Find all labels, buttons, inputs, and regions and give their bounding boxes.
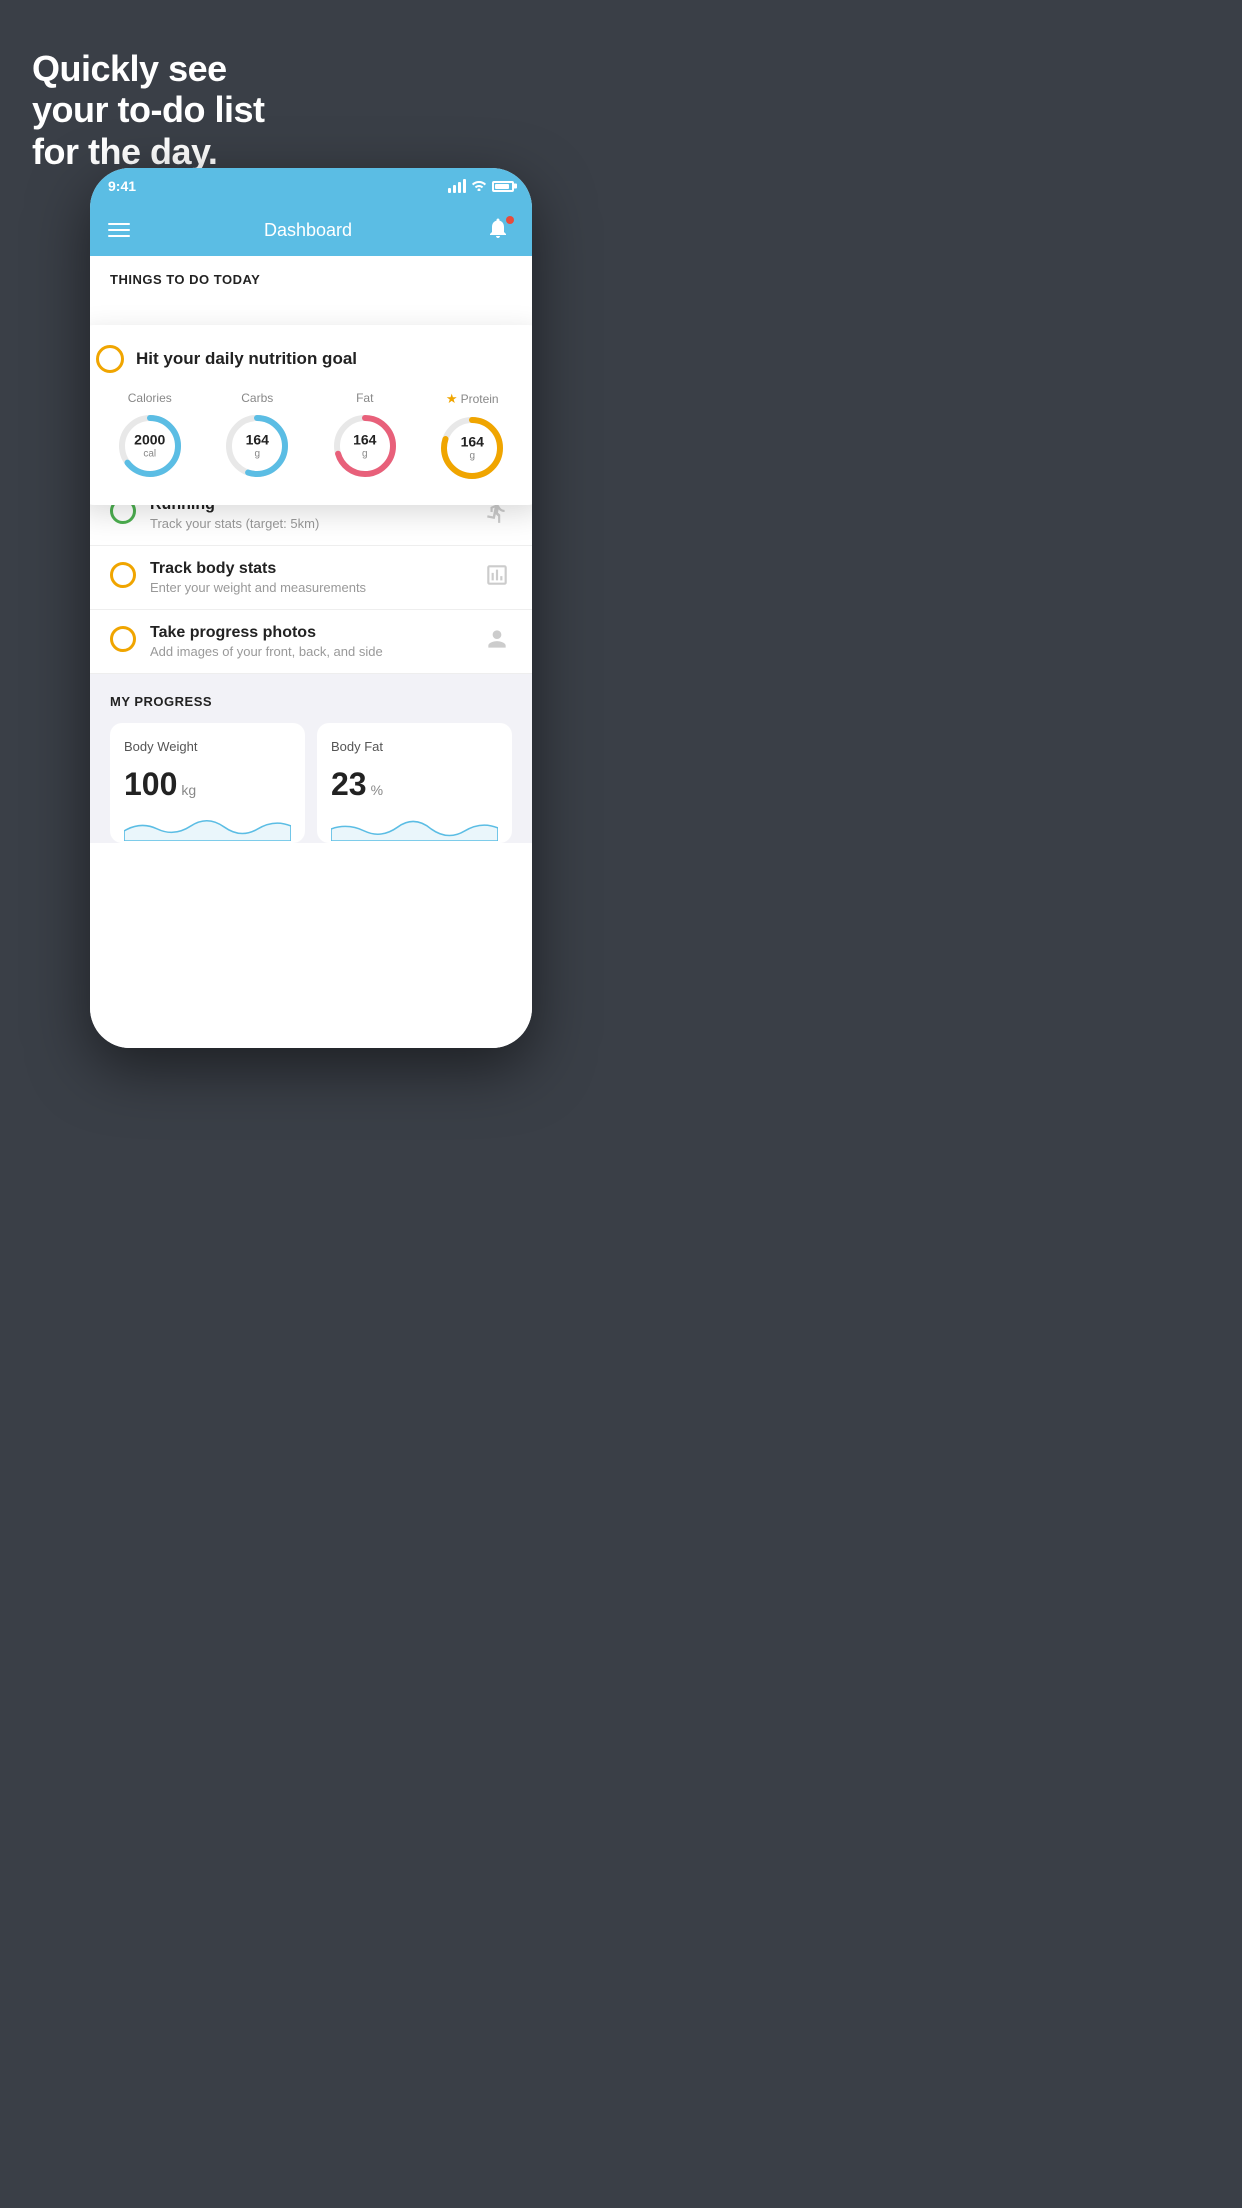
fat-value: 164 [353,432,376,449]
body-weight-wave [124,811,291,841]
carbs-ring: 164 g [222,411,292,481]
nutrition-row: Calories 2000 cal [96,391,526,483]
body-fat-value-row: 23 % [331,766,498,803]
body-weight-card[interactable]: Body Weight 100 kg [110,723,305,843]
todo-item-photos[interactable]: Take progress photos Add images of your … [90,610,532,674]
wifi-icon [471,178,487,194]
body-weight-title: Body Weight [124,739,291,754]
scale-icon [482,560,512,590]
calories-ring: 2000 cal [115,411,185,481]
photos-text: Take progress photos Add images of your … [150,624,468,659]
carbs-label: Carbs [241,391,273,405]
nutrition-carbs: Carbs 164 g [222,391,292,481]
hero-line1: Quickly see [32,48,227,89]
phone-content: THINGS TO DO TODAY Hit your daily nutrit… [90,256,532,1048]
hero-line2: your to-do list [32,89,264,130]
status-bar: 9:41 [90,168,532,204]
calories-label: Calories [128,391,172,405]
calories-value: 2000 [134,432,165,449]
body-stats-check[interactable] [110,562,136,588]
body-fat-number: 23 [331,766,367,803]
photos-subtitle: Add images of your front, back, and side [150,644,468,659]
nutrition-check-circle[interactable] [96,345,124,373]
nutrition-protein: ★ Protein 164 g [437,391,507,483]
things-header: THINGS TO DO TODAY [90,256,532,297]
body-stats-text: Track body stats Enter your weight and m… [150,560,468,595]
protein-label: Protein [461,392,499,406]
carbs-unit: g [246,448,269,460]
body-stats-title: Track body stats [150,560,468,578]
body-weight-value-row: 100 kg [124,766,291,803]
progress-section: MY PROGRESS Body Weight 100 kg [90,674,532,843]
battery-icon [492,181,514,192]
photos-title: Take progress photos [150,624,468,642]
nav-bar: Dashboard [90,204,532,256]
photos-check[interactable] [110,626,136,652]
progress-cards: Body Weight 100 kg Body Fat 23 [110,723,512,843]
hero-line3: for the day. [32,131,217,172]
running-subtitle: Track your stats (target: 5km) [150,516,468,531]
fat-label: Fat [356,391,373,405]
person-icon [482,624,512,654]
body-fat-title: Body Fat [331,739,498,754]
nutrition-card: Hit your daily nutrition goal Calories [90,325,532,505]
menu-button[interactable] [108,223,130,237]
progress-header: MY PROGRESS [110,694,512,709]
notification-button[interactable] [486,216,514,244]
body-fat-wave [331,811,498,841]
todo-item-body-stats[interactable]: Track body stats Enter your weight and m… [90,546,532,610]
fat-unit: g [353,448,376,460]
carbs-value: 164 [246,432,269,449]
body-weight-unit: kg [181,782,196,798]
fat-ring: 164 g [330,411,400,481]
calories-unit: cal [134,448,165,460]
status-time: 9:41 [108,178,136,194]
signal-icon [448,179,466,193]
phone-frame: 9:41 Dashboard [90,168,532,1048]
protein-value: 164 [461,434,484,451]
body-stats-subtitle: Enter your weight and measurements [150,580,468,595]
nutrition-card-title: Hit your daily nutrition goal [136,349,357,369]
todo-list: Running Track your stats (target: 5km) T… [90,482,532,674]
notification-badge [506,216,514,224]
body-fat-card[interactable]: Body Fat 23 % [317,723,512,843]
body-weight-number: 100 [124,766,177,803]
star-icon: ★ [446,391,458,407]
nav-title: Dashboard [264,220,352,241]
nutrition-calories: Calories 2000 cal [115,391,185,481]
protein-ring: 164 g [437,413,507,483]
protein-label-row: ★ Protein [446,391,499,407]
status-icons [448,178,514,194]
nutrition-fat: Fat 164 g [330,391,400,481]
hero-heading: Quickly see your to-do list for the day. [32,48,264,172]
protein-unit: g [461,450,484,462]
body-fat-unit: % [371,782,383,798]
